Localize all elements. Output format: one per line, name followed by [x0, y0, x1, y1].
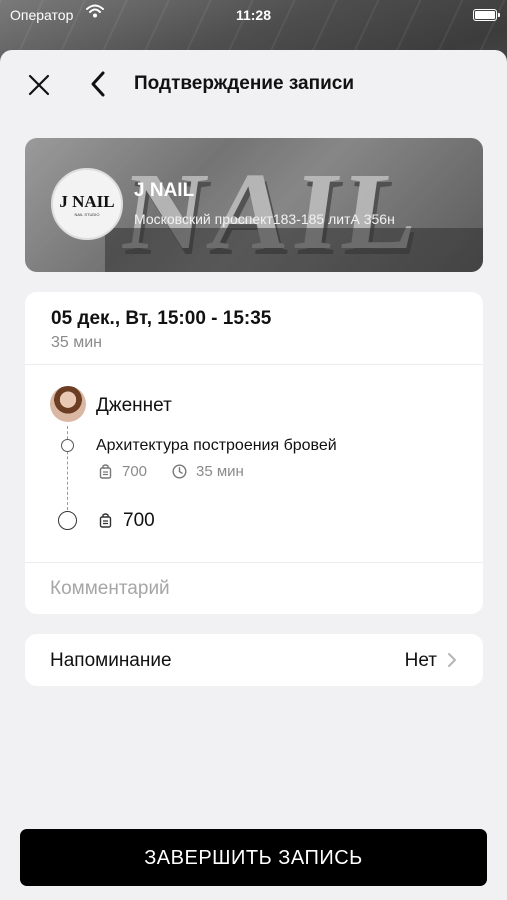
close-icon[interactable] [26, 72, 52, 98]
price-tag-icon [99, 513, 112, 533]
salon-address: Московский проспект183-185 литА 356н [134, 211, 395, 227]
master-name: Дженнет [96, 395, 172, 416]
service-duration: 35 мин [196, 463, 244, 480]
complete-booking-label: ЗАВЕРШИТЬ ЗАПИСЬ [144, 847, 363, 869]
divider [25, 364, 483, 365]
booking-duration: 35 мин [51, 334, 103, 351]
salon-logo: J NAIL NAIL STUDIO [51, 168, 123, 240]
reminder-label: Напоминание [50, 650, 172, 671]
battery-icon [473, 9, 500, 21]
salon-name: J NAIL [134, 180, 195, 201]
status-bar: Оператор 11:28 [0, 0, 507, 30]
booking-datetime: 05 дек., Вт, 15:00 - 15:35 [51, 308, 272, 329]
divider [25, 562, 483, 563]
timeline-dot [61, 439, 74, 452]
salon-logo-subtext: NAIL STUDIO [74, 212, 100, 217]
comment-input[interactable] [50, 574, 470, 604]
total-price: 700 [123, 510, 155, 531]
avatar [50, 386, 86, 422]
page-title: Подтверждение записи [134, 73, 354, 94]
price-tag-icon [99, 464, 112, 484]
clock-icon [172, 464, 187, 484]
chevron-right-icon [447, 652, 457, 673]
salon-logo-text: J NAIL [59, 192, 115, 211]
chevron-left-icon[interactable] [88, 70, 108, 98]
timeline-end-dot [58, 511, 77, 530]
status-time: 11:28 [235, 7, 272, 23]
reminder-value: Нет [404, 650, 437, 671]
reminder-row[interactable]: Напоминание Нет [25, 634, 483, 686]
service-price: 700 [122, 463, 148, 480]
service-name: Архитектура построения бровей [96, 437, 337, 454]
salon-card[interactable]: NAIL J NAIL NAIL STUDIO [25, 138, 483, 272]
complete-booking-button[interactable]: ЗАВЕРШИТЬ ЗАПИСЬ [20, 829, 487, 886]
